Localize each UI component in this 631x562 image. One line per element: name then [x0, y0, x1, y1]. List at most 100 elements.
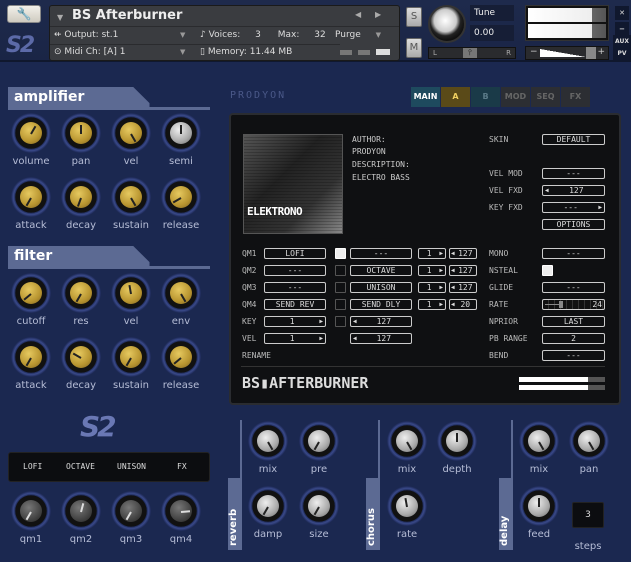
tab-fx[interactable]: FX	[561, 87, 590, 107]
tab-seq[interactable]: SEQ	[531, 87, 560, 107]
reverb-damp-knob[interactable]	[248, 486, 288, 526]
filter-release-knob[interactable]	[161, 337, 201, 377]
chorus-depth-knob[interactable]	[437, 421, 477, 461]
qm1-destination[interactable]: ---	[350, 248, 412, 259]
amplifier-section: amplifier	[8, 87, 210, 110]
qm4-source[interactable]: SEND REV	[264, 299, 326, 310]
qm2-knob[interactable]	[61, 491, 101, 531]
amp-vel-knob[interactable]	[111, 113, 151, 153]
prev-instrument-icon[interactable]: ◀	[355, 10, 361, 19]
pb-range-field[interactable]: 2	[542, 333, 605, 344]
instrument-name[interactable]: BS Afterburner	[72, 8, 182, 23]
delay-steps-field[interactable]: 3	[572, 502, 604, 528]
filter-cutoff-knob[interactable]	[11, 273, 51, 313]
chorus-mix-knob[interactable]	[387, 421, 427, 461]
delay-feed-knob[interactable]	[519, 486, 559, 526]
qm1-number[interactable]: 1 ▶	[418, 248, 446, 259]
rate-slider[interactable]: 24	[542, 299, 605, 310]
next-instrument-icon[interactable]: ▶	[375, 10, 381, 19]
collapse-triangle-icon[interactable]: ▼	[57, 13, 63, 22]
qm1-source[interactable]: LOFI	[264, 248, 326, 259]
pv-button[interactable]: PV	[613, 47, 631, 61]
mono-selector[interactable]: ---	[542, 248, 605, 259]
output-dropdown-icon[interactable]: ▼	[180, 31, 185, 39]
key-low-field[interactable]: 1 ▶	[264, 316, 326, 327]
nsteal-checkbox[interactable]	[542, 265, 553, 276]
midi-channel-selector[interactable]: ⊙ Midi Ch: [A] 1	[54, 44, 125, 60]
tab-a[interactable]: A	[441, 87, 470, 107]
filter-res-knob[interactable]	[61, 273, 101, 313]
reverb-damp-label: damp	[253, 529, 283, 540]
reverb-size-knob[interactable]	[299, 486, 339, 526]
qm2-value[interactable]: ◀ 127	[449, 265, 477, 276]
glide-selector[interactable]: ---	[542, 282, 605, 293]
output-selector[interactable]: ⇷ Output: st.1	[54, 27, 118, 43]
key-fxd-field[interactable]: --- ▶	[542, 202, 605, 213]
mute-button[interactable]: M	[406, 38, 422, 58]
qm4-knob[interactable]	[161, 491, 201, 531]
options-button[interactable]: OPTIONS	[542, 219, 605, 230]
close-icon[interactable]: ✕	[615, 6, 629, 20]
amp-semi-knob[interactable]	[161, 113, 201, 153]
tab-main[interactable]: MAIN	[411, 87, 440, 107]
qm1-checkbox[interactable]	[335, 248, 346, 259]
qm4-label: QM4	[242, 300, 257, 309]
vel-mod-selector[interactable]: ---	[542, 168, 605, 179]
amp-pan-knob[interactable]	[61, 113, 101, 153]
amp-decay-knob[interactable]	[61, 177, 101, 217]
midi-dropdown-icon[interactable]: ▼	[180, 48, 185, 56]
qm3-destination[interactable]: UNISON	[350, 282, 412, 293]
qm4-destination[interactable]: SEND DLY	[350, 299, 412, 310]
qm3-checkbox[interactable]	[335, 282, 346, 293]
skin-selector[interactable]: DEFAULT	[542, 134, 605, 145]
bend-selector[interactable]: ---	[542, 350, 605, 361]
rename-button[interactable]: RENAME	[242, 351, 271, 360]
filter-sustain-knob[interactable]	[111, 337, 151, 377]
solo-button[interactable]: S	[406, 7, 422, 27]
amp-attack-knob[interactable]	[11, 177, 51, 217]
nprior-selector[interactable]: LAST	[542, 316, 605, 327]
reverb-mix-knob[interactable]	[248, 421, 288, 461]
qm1-knob[interactable]	[11, 491, 51, 531]
qm3-number[interactable]: 1 ▶	[418, 282, 446, 293]
qm2-checkbox[interactable]	[335, 265, 346, 276]
wrench-icon[interactable]: 🔧	[7, 5, 41, 23]
amp-release-knob[interactable]	[161, 177, 201, 217]
filter-env-knob[interactable]	[161, 273, 201, 313]
qm2-number[interactable]: 1 ▶	[418, 265, 446, 276]
filter-decay-knob[interactable]	[61, 337, 101, 377]
tune-value[interactable]: 0.00	[470, 25, 514, 41]
qm2-destination[interactable]: OCTAVE	[350, 265, 412, 276]
key-checkbox[interactable]	[335, 316, 346, 327]
qm1-value[interactable]: ◀ 127	[449, 248, 477, 259]
qm3-source[interactable]: ---	[264, 282, 326, 293]
volume-slider[interactable]: − +	[525, 46, 609, 60]
qm4-checkbox[interactable]	[335, 299, 346, 310]
tab-b[interactable]: B	[471, 87, 500, 107]
chorus-rate-knob[interactable]	[387, 486, 427, 526]
delay-mix-knob[interactable]	[519, 421, 559, 461]
qm3-knob[interactable]	[111, 491, 151, 531]
amp-volume-knob[interactable]	[11, 113, 51, 153]
vel-low-field[interactable]: 1 ▶	[264, 333, 326, 344]
reverb-pre-knob[interactable]	[299, 421, 339, 461]
output-meter-r	[519, 385, 605, 390]
filter-vel-knob[interactable]	[111, 273, 151, 313]
filter-attack-knob[interactable]	[11, 337, 51, 377]
key-high-field[interactable]: ◀ 127	[350, 316, 412, 327]
qm4-number[interactable]: 1 ▶	[418, 299, 446, 310]
qm4-value[interactable]: ◀ 20	[449, 299, 477, 310]
purge-dropdown[interactable]: Purge ▼	[335, 27, 381, 43]
amp-sustain-knob[interactable]	[111, 177, 151, 217]
tab-mod[interactable]: MOD	[501, 87, 530, 107]
pan-slider[interactable]: L ⫯ R	[428, 47, 516, 59]
memory-display: ▯ Memory: 11.44 MB	[200, 47, 293, 57]
vel-high-field[interactable]: ◀ 127	[350, 333, 412, 344]
minimize-icon[interactable]: −	[615, 22, 629, 36]
patch-name-display[interactable]: BS▮AFTERBURNER	[242, 374, 368, 392]
delay-pan-knob[interactable]	[569, 421, 609, 461]
qm3-value[interactable]: ◀ 127	[449, 282, 477, 293]
qm2-source[interactable]: ---	[264, 265, 326, 276]
tune-knob[interactable]	[428, 5, 466, 43]
vel-fxd-field[interactable]: ◀ 127	[542, 185, 605, 196]
